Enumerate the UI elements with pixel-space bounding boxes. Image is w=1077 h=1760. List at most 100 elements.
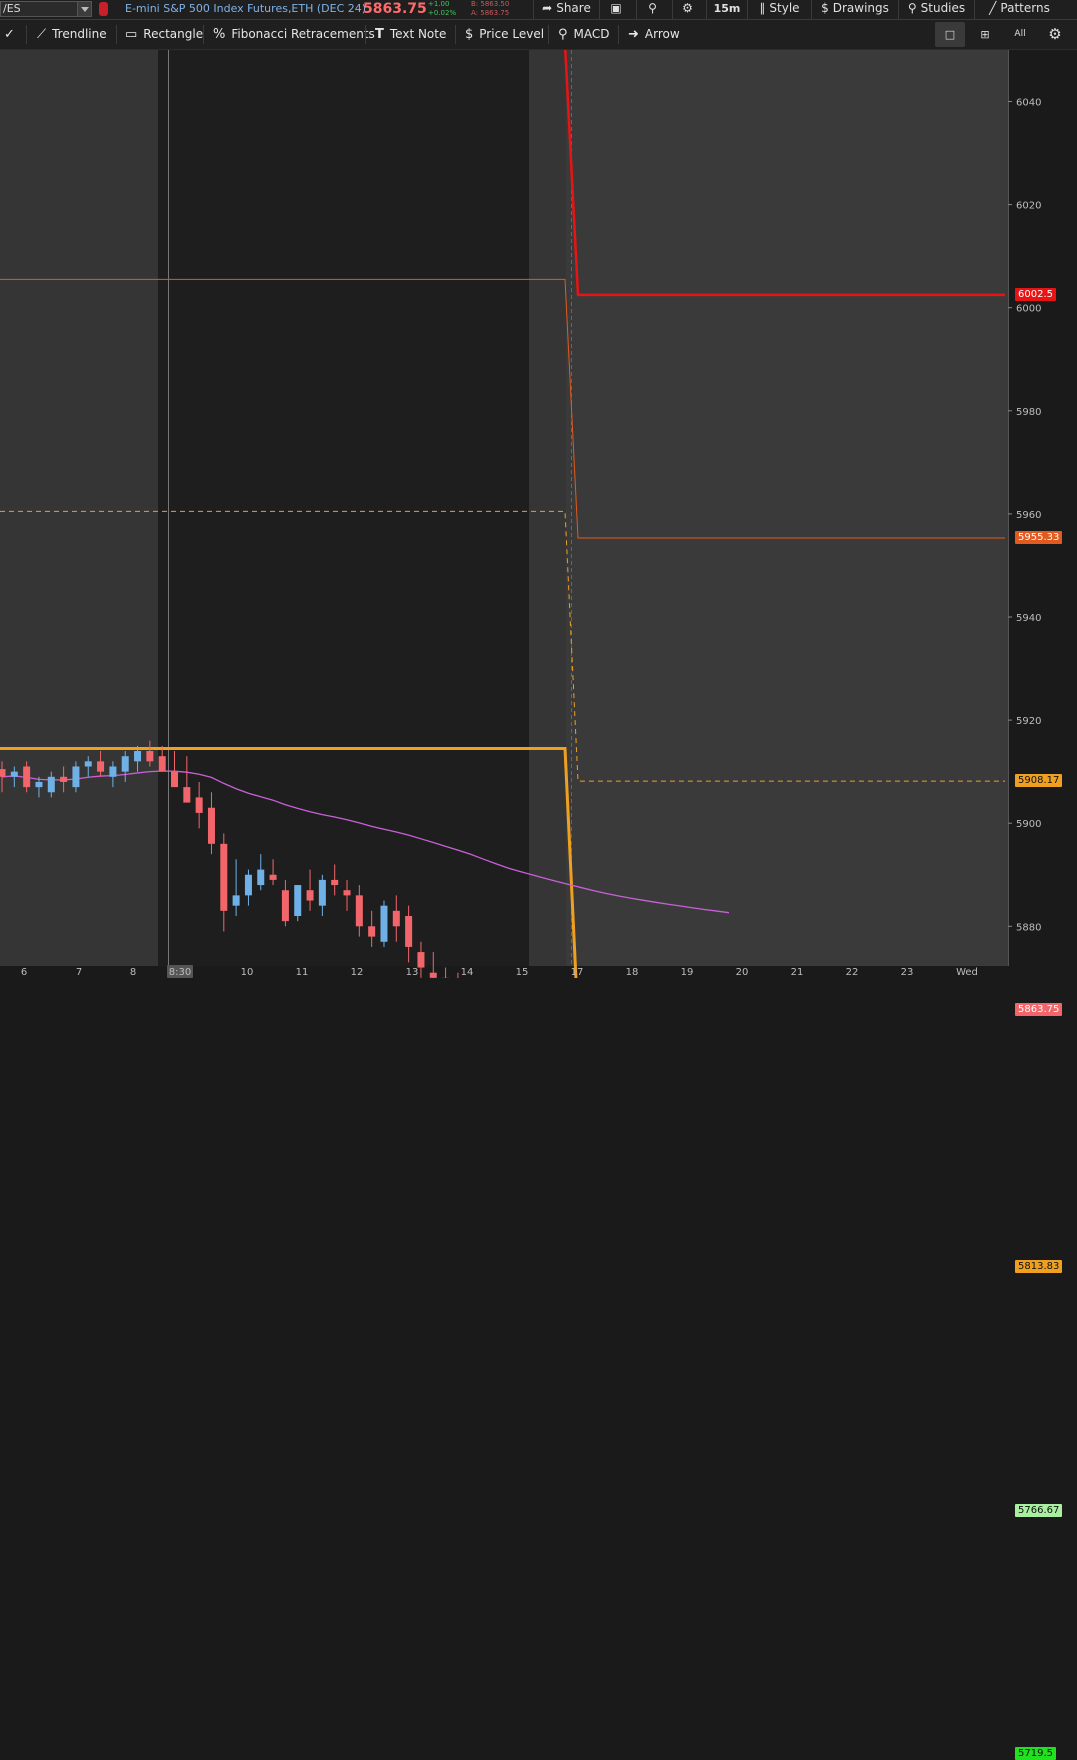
y-tick-label: 5920	[1016, 716, 1041, 727]
y-tick-label: 5900	[1016, 819, 1041, 830]
candle-body	[393, 911, 400, 926]
candle-body	[0, 769, 6, 777]
timeframe-button[interactable]: 15m	[706, 0, 747, 19]
x-tick-label: 11	[296, 967, 309, 978]
x-tick-label: 20	[736, 967, 749, 978]
chart-settings-button[interactable]: ⚙	[1040, 22, 1070, 47]
price-level-tool[interactable]: $Price Level	[465, 20, 544, 49]
price-tag-orange-dash-upper: 5908.17	[1015, 774, 1062, 787]
y-tick-label: 5940	[1016, 613, 1041, 624]
macd-tool[interactable]: ⚲MACD	[558, 20, 610, 49]
all-button[interactable]: All	[1005, 22, 1035, 47]
x-tick-label: 17	[571, 967, 584, 978]
single-layout-button[interactable]: □	[935, 22, 965, 47]
percent-icon: %	[213, 20, 225, 49]
net-change-percent: +0.02%	[428, 9, 456, 18]
bid-price: B: 5863.50	[471, 0, 509, 9]
candle-body	[270, 875, 277, 880]
candle-body	[208, 808, 215, 844]
x-tick-label: 21	[791, 967, 804, 978]
x-tick-label: Wed	[956, 967, 978, 978]
candle-body	[85, 761, 92, 766]
gear-icon: ⚙	[682, 0, 693, 17]
rectangle-icon: ▭	[125, 20, 137, 49]
drawings-icon: $	[821, 0, 829, 17]
candle-body	[282, 890, 289, 921]
last-price: 5863.75	[363, 1, 427, 17]
x-tick-label: 14	[461, 967, 474, 978]
arrow-right-icon: ➜	[628, 20, 639, 49]
x-tick-label: 12	[351, 967, 364, 978]
settings-button[interactable]: ⚙	[672, 0, 706, 19]
x-tick-label: 22	[846, 967, 859, 978]
share-button[interactable]: ➦Share	[533, 0, 599, 19]
next-session-bg	[566, 50, 1008, 966]
fibonacci-tool[interactable]: %Fibonacci Retracements	[213, 20, 375, 49]
y-tick-label: 6040	[1016, 98, 1041, 109]
x-tick-label: 19	[681, 967, 694, 978]
toolbar-divider	[116, 25, 117, 44]
candle-body	[319, 880, 326, 906]
candle-body	[405, 916, 412, 947]
trendline-tool[interactable]: ⟋Trendline	[37, 20, 107, 49]
candle-body	[11, 772, 18, 777]
share-icon: ➦	[542, 0, 552, 17]
candle-body	[109, 766, 116, 776]
text-note-tool[interactable]: TText Note	[375, 20, 446, 49]
toolbar-divider	[548, 25, 549, 44]
price-tag-light-green: 5766.67	[1015, 1504, 1062, 1517]
ask-price: A: 5863.75	[471, 9, 509, 18]
candle-body	[356, 895, 363, 926]
single-layout-icon: □	[945, 28, 955, 41]
x-tick-label: 13	[406, 967, 419, 978]
x-tick-label: 8	[130, 967, 136, 978]
chevron-down-icon[interactable]	[77, 2, 91, 16]
candle-body	[430, 973, 437, 978]
timeframe-label: 15m	[714, 2, 741, 15]
y-tick-label: 5960	[1016, 510, 1041, 521]
pin-tool[interactable]: ✓	[4, 20, 21, 49]
toolbar-divider	[618, 25, 619, 44]
text-icon: T	[375, 20, 384, 49]
price-level-icon: $	[465, 20, 473, 49]
grid-layout-button[interactable]: ⊞	[970, 22, 1000, 47]
x-tick-label: 8:30	[169, 967, 191, 978]
candle-body	[97, 761, 104, 771]
candle-body	[183, 787, 190, 802]
drawing-toolbar: ✓ ⟋Trendline ▭Rectangle %Fibonacci Retra…	[0, 20, 1077, 50]
price-tag-orange: 5955.33	[1015, 531, 1062, 544]
candle-body	[35, 782, 42, 787]
symbol-input[interactable]: /ES	[0, 1, 92, 17]
candles-icon: ∥	[759, 0, 765, 17]
candle-body	[146, 751, 153, 761]
toolbar-divider	[203, 25, 204, 44]
style-button[interactable]: ∥Style	[747, 0, 811, 19]
grid-layout-icon: ⊞	[980, 28, 989, 41]
toolbar-divider	[26, 25, 27, 44]
x-tick-label: 7	[76, 967, 82, 978]
flask-icon: ⚲	[648, 0, 657, 17]
candle-body	[220, 844, 227, 911]
pin-icon: ✓	[4, 20, 15, 49]
snapshot-button[interactable]: ▣	[599, 0, 636, 19]
price-chart[interactable]: 6040602060005980596059405920590058805860…	[0, 50, 1077, 978]
candle-body	[245, 875, 252, 896]
candle-body	[331, 880, 338, 885]
x-tick-label: 18	[626, 967, 639, 978]
arrow-tool[interactable]: ➜Arrow	[628, 20, 680, 49]
patterns-button[interactable]: ╱Patterns	[974, 0, 1064, 19]
alert-icon[interactable]	[99, 2, 108, 16]
bid-ask: B: 5863.50 A: 5863.75	[471, 0, 509, 18]
x-tick-label: 6	[21, 967, 27, 978]
flask-icon: ⚲	[908, 0, 917, 17]
y-tick-label: 5980	[1016, 407, 1041, 418]
x-tick-label: 10	[241, 967, 254, 978]
y-tick-label: 6000	[1016, 304, 1041, 315]
drawings-button[interactable]: $Drawings	[811, 0, 898, 19]
candle-body	[72, 766, 79, 787]
candle-body	[196, 797, 203, 812]
flask-button[interactable]: ⚲	[636, 0, 672, 19]
candle-body	[171, 772, 178, 787]
rectangle-tool[interactable]: ▭Rectangle	[125, 20, 203, 49]
studies-button[interactable]: ⚲Studies	[898, 0, 974, 19]
